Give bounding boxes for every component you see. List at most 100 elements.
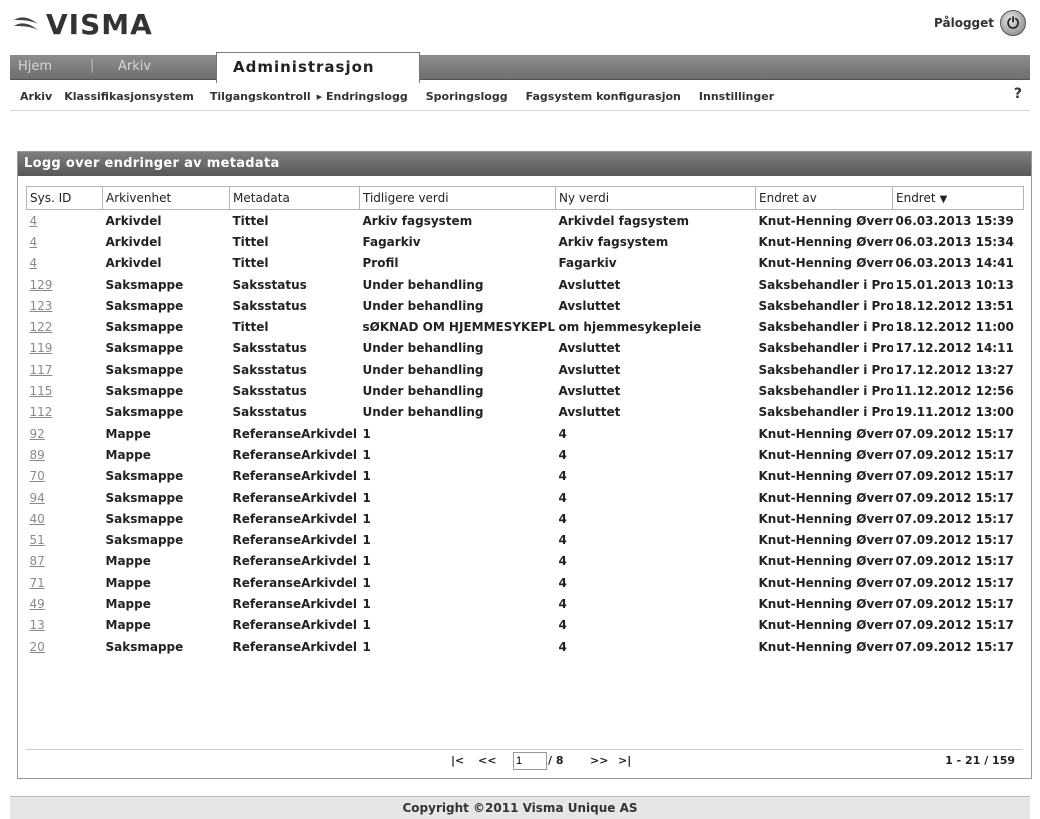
sys-id-link[interactable]: 94 [30,491,45,505]
cell-endret-av: Saksbehandler i Prol [758,320,893,335]
cell-arkivenhet: Mappe [105,596,151,611]
sys-id-link[interactable]: 13 [30,618,45,632]
cell-sys-id: 49 [27,593,103,614]
cell-endret-av: Knut-Henning Øverr [758,533,893,548]
subnav-sporingslogg[interactable]: Sporingslogg [426,90,508,103]
cell-ny-verdi: Avsluttet [558,405,621,420]
header-sys-id[interactable]: Sys. ID [26,186,103,210]
page-number-input[interactable] [513,752,547,770]
cell-sys-id: 40 [27,508,103,529]
cell-arkivenhet: Saksmappe [105,405,184,420]
cell-ny-verdi: om hjemmesykepleie [558,320,702,335]
table-row: 70 Saksmappe ReferanseArkivdel 1 4 Knut-Henni… [27,466,1024,487]
first-page-button[interactable]: |< [451,754,464,767]
cell-endret: 17.12.2012 13:27 [895,362,1014,377]
cell-arkivenhet: Saksmappe [105,469,184,484]
sys-id-link[interactable]: 87 [30,554,45,568]
sys-id-link[interactable]: 20 [30,640,45,654]
last-page-button[interactable]: >| [618,754,631,767]
cell-sys-id: 51 [27,529,103,550]
prev-page-button[interactable]: << [478,754,496,767]
cell-endret: 07.09.2012 15:17 [895,426,1014,441]
sub-navigation: Arkiv Klassifikasjonsystem Tilgangskontr… [10,82,1030,111]
sys-id-link[interactable]: 115 [30,384,53,398]
cell-metadata: ReferanseArkivdel [232,639,358,654]
cell-endret: 06.03.2013 14:41 [895,256,1014,271]
next-page-button[interactable]: >> [590,754,608,767]
subnav-innstillinger[interactable]: Innstillinger [699,90,774,103]
header-metadata[interactable]: Metadata [229,186,360,210]
cell-metadata: ReferanseArkivdel [232,511,358,526]
logged-in-label: Pålogget [934,16,994,30]
cell-sys-id: 119 [27,338,103,359]
cell-arkivenhet: Saksmappe [105,298,184,313]
sys-id-link[interactable]: 123 [30,299,53,313]
cell-arkivenhet: Saksmappe [105,362,184,377]
sort-desc-icon: ▼ [939,194,948,205]
subnav-fagsystem-konfigurasjon[interactable]: Fagsystem konfigurasjon [526,90,681,103]
header-arkivenhet[interactable]: Arkivenhet [102,186,230,210]
subnav-arkiv[interactable]: Arkiv [20,90,52,103]
cell-endret: 07.09.2012 15:17 [895,511,1014,526]
cell-arkivenhet: Arkivdel [105,234,162,249]
cell-endret: 07.09.2012 15:17 [895,490,1014,505]
header-ny-verdi[interactable]: Ny verdi [555,186,756,210]
sys-id-link[interactable]: 49 [30,597,45,611]
cell-sys-id: 70 [27,466,103,487]
cell-endret: 18.12.2012 13:51 [895,298,1014,313]
cell-endret-av: Knut-Henning Øverr [758,256,893,271]
cell-tidligere-verdi: sØKNAD OM HJEMMESYKEPLII [362,320,556,335]
logo-text: VISMA [46,8,153,41]
sys-id-link[interactable]: 129 [30,278,53,292]
cell-metadata: ReferanseArkivdel [232,575,358,590]
header-endret-av[interactable]: Endret av [755,186,893,210]
table-row: 49 Mappe ReferanseArkivdel 1 4 Knut-Henning Ø… [27,593,1024,614]
table-row: 123 Saksmappe Saksstatus Under behandling Av… [27,295,1024,316]
cell-metadata: Tittel [232,256,269,271]
help-icon[interactable]: ? [1014,86,1022,102]
tab-administrasjon[interactable]: Administrasjon [216,52,420,83]
cell-arkivenhet: Saksmappe [105,511,184,526]
cell-tidligere-verdi: Fagarkiv [362,234,421,249]
table-row: 115 Saksmappe Saksstatus Under behandling Av… [27,380,1024,401]
sys-id-link[interactable]: 4 [30,256,38,270]
cell-sys-id: 13 [27,615,103,636]
cell-tidligere-verdi: Profil [362,256,399,271]
cell-tidligere-verdi: 1 [362,639,371,654]
cell-arkivenhet: Saksmappe [105,533,184,548]
power-icon[interactable]: ⏻ [1000,10,1026,36]
subnav-klassifikasjonsystem[interactable]: Klassifikasjonsystem [64,90,194,103]
cell-endret-av: Knut-Henning Øverr [758,213,893,228]
cell-arkivenhet: Saksmappe [105,490,184,505]
cell-endret: 18.12.2012 11:00 [895,320,1014,335]
tab-hjem[interactable]: Hjem [18,55,52,79]
sys-id-link[interactable]: 51 [30,533,45,547]
cell-tidligere-verdi: Arkiv fagsystem [362,213,473,228]
cell-endret-av: Saksbehandler i Prol [758,362,893,377]
header-tidligere-verdi[interactable]: Tidligere verdi [359,186,556,210]
subnav-tilgangskontroll[interactable]: Tilgangskontroll [210,90,311,103]
sys-id-link[interactable]: 112 [30,405,53,419]
sys-id-link[interactable]: 40 [30,512,45,526]
cell-ny-verdi: 4 [558,618,567,633]
cell-metadata: Tittel [232,213,269,228]
header-endret[interactable]: Endret ▼ [892,186,1024,210]
cell-endret: 07.09.2012 15:17 [895,554,1014,569]
sys-id-link[interactable]: 122 [30,320,53,334]
result-range: 1 - 21 / 159 [945,754,1015,767]
sys-id-link[interactable]: 70 [30,469,45,483]
sys-id-link[interactable]: 4 [30,235,38,249]
cell-tidligere-verdi: Under behandling [362,341,484,356]
sys-id-link[interactable]: 89 [30,448,45,462]
subnav-endringslogg[interactable]: ▸ Endringslogg [317,90,408,103]
sys-id-link[interactable]: 92 [30,427,45,441]
sys-id-link[interactable]: 117 [30,363,53,377]
cell-metadata: Tittel [232,234,269,249]
tab-arkiv[interactable]: Arkiv [118,55,151,79]
cell-sys-id: 89 [27,444,103,465]
cell-ny-verdi: 4 [558,426,567,441]
sys-id-link[interactable]: 4 [30,214,38,228]
cell-arkivenhet: Arkivdel [105,256,162,271]
sys-id-link[interactable]: 119 [30,341,53,355]
sys-id-link[interactable]: 71 [30,576,45,590]
